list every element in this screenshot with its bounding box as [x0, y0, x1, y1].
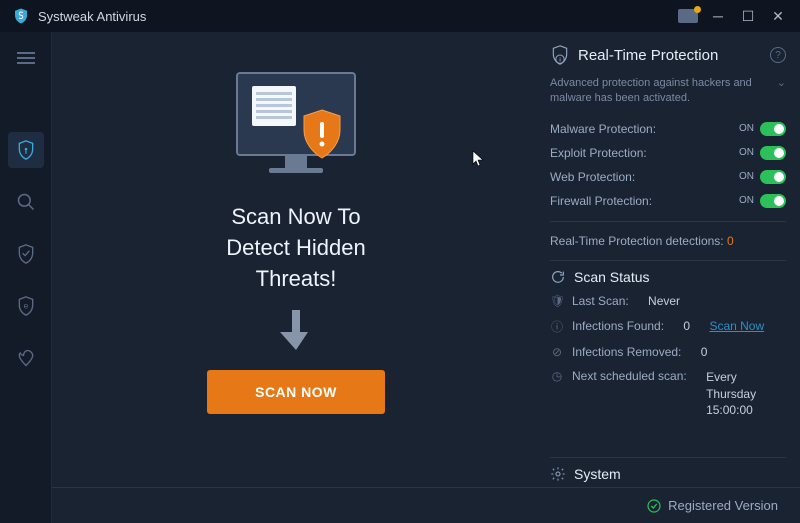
- sidebar-item-scan[interactable]: [8, 184, 44, 220]
- close-button[interactable]: ✕: [764, 2, 792, 30]
- system-title: System: [574, 466, 786, 482]
- sidebar-item-privacy[interactable]: e: [8, 288, 44, 324]
- sidebar-item-protection[interactable]: [8, 236, 44, 272]
- refresh-icon: [550, 269, 566, 285]
- shield-warning-icon: [300, 108, 344, 160]
- check-circle-icon: [646, 498, 662, 514]
- notification-icon[interactable]: [678, 9, 698, 23]
- footer: Registered Version: [52, 487, 800, 523]
- toggle-row-firewall: Firewall Protection: ON: [550, 189, 786, 213]
- malware-toggle[interactable]: [760, 122, 786, 136]
- maximize-button[interactable]: ☐: [734, 2, 762, 30]
- clock-icon: ◷: [550, 369, 564, 383]
- scan-now-button[interactable]: SCAN NOW: [207, 370, 385, 414]
- check-icon: ⊘: [550, 345, 564, 359]
- sidebar-item-home[interactable]: [8, 132, 44, 168]
- svg-text:e: e: [23, 301, 28, 311]
- info-icon: ⓘ: [550, 318, 564, 335]
- minimize-button[interactable]: ─: [704, 2, 732, 30]
- app-title: Systweak Antivirus: [38, 9, 678, 24]
- shield-small-icon: 🛡: [550, 294, 564, 308]
- help-icon[interactable]: ?: [770, 47, 786, 63]
- scan-status-title: Scan Status: [574, 269, 786, 285]
- last-scan-row: 🛡 Last Scan: Never: [550, 289, 786, 313]
- hamburger-menu-icon[interactable]: [8, 40, 44, 76]
- arrow-down-icon: [280, 310, 312, 350]
- scan-now-link[interactable]: Scan Now: [709, 319, 764, 333]
- infections-removed-row: ⊘ Infections Removed: 0: [550, 340, 786, 364]
- web-toggle[interactable]: [760, 170, 786, 184]
- sidebar: e: [0, 32, 52, 523]
- gear-icon: [550, 466, 566, 482]
- infections-found-row: ⓘ Infections Found: 0 Scan Now: [550, 313, 786, 340]
- rtp-detections: Real-Time Protection detections: 0: [550, 230, 786, 252]
- registered-status: Registered Version: [646, 498, 778, 514]
- firewall-toggle[interactable]: [760, 194, 786, 208]
- toggle-row-malware: Malware Protection: ON: [550, 117, 786, 141]
- toggle-row-web: Web Protection: ON: [550, 165, 786, 189]
- scan-headline: Scan Now To Detect Hidden Threats!: [226, 202, 365, 294]
- sidebar-item-boost[interactable]: [8, 340, 44, 376]
- exploit-toggle[interactable]: [760, 146, 786, 160]
- chevron-down-icon[interactable]: ⌄: [777, 76, 786, 107]
- app-logo-icon: [12, 7, 30, 25]
- rtp-subtitle: Advanced protection against hackers and …: [550, 76, 786, 107]
- rtp-title: Real-Time Protection: [578, 47, 762, 64]
- titlebar: Systweak Antivirus ─ ☐ ✕: [0, 0, 800, 32]
- toggle-row-exploit: Exploit Protection: ON: [550, 141, 786, 165]
- main-panel: Scan Now To Detect Hidden Threats! SCAN …: [52, 32, 540, 523]
- right-panel: i Real-Time Protection ? Advanced protec…: [540, 32, 800, 523]
- shield-info-icon: i: [550, 44, 570, 66]
- monitor-illustration: [226, 72, 366, 182]
- next-scan-row: ◷ Next scheduled scan: Every Thursday 15…: [550, 364, 786, 424]
